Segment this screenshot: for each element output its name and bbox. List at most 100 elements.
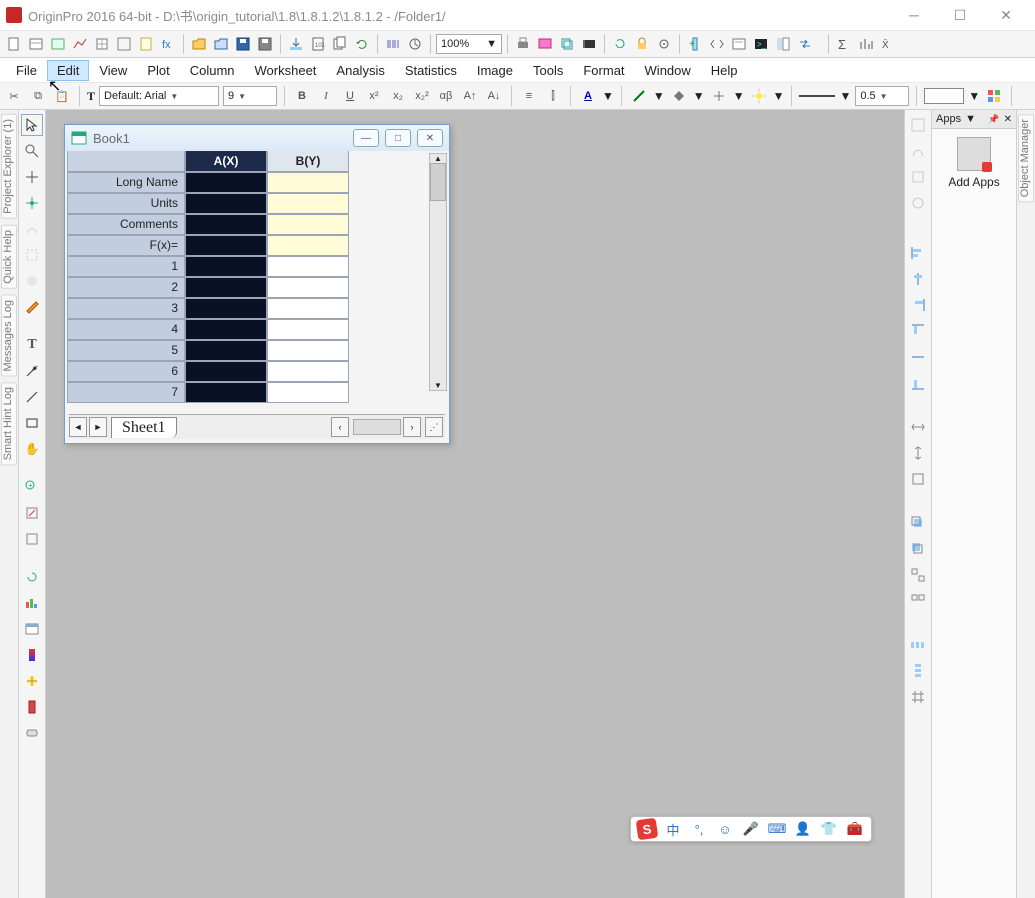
superscript-button[interactable]: x² xyxy=(364,86,384,106)
new-graph-button[interactable] xyxy=(70,34,90,54)
cell[interactable] xyxy=(185,382,267,403)
ime-keyboard-icon[interactable]: ⌨ xyxy=(767,819,787,839)
xbar-button[interactable]: X̄ xyxy=(878,34,898,54)
ime-skin-icon[interactable]: 👕 xyxy=(819,819,839,839)
layer-tool-3[interactable] xyxy=(907,166,929,188)
menu-analysis[interactable]: Analysis xyxy=(326,60,394,81)
date-time-tool[interactable] xyxy=(21,696,43,718)
hscroll-track[interactable] xyxy=(353,419,401,435)
cell[interactable] xyxy=(185,193,267,214)
fill-sample[interactable] xyxy=(924,88,964,104)
button-tool[interactable] xyxy=(21,722,43,744)
cell[interactable] xyxy=(267,361,349,382)
line-style-sample[interactable] xyxy=(799,95,835,97)
workbook-window[interactable]: Book1 — □ ✕ A(X) B(Y) Long Name Units Co… xyxy=(64,124,450,444)
stats-button[interactable] xyxy=(856,34,876,54)
sigma-button[interactable]: Σ xyxy=(834,34,854,54)
import-ascii-button[interactable]: 101 xyxy=(308,34,328,54)
resize-grip[interactable]: ⋰ xyxy=(425,417,443,437)
layer-tool-2[interactable] xyxy=(907,140,929,162)
font-size-combo[interactable]: 9 ▼ xyxy=(223,86,277,106)
cell[interactable] xyxy=(185,256,267,277)
font-combo[interactable]: Default: Arial ▼ xyxy=(99,86,219,106)
add-apps-icon[interactable] xyxy=(957,137,991,171)
cell[interactable] xyxy=(185,235,267,256)
valign-button[interactable]: ⫿ xyxy=(543,86,563,106)
menu-file[interactable]: File xyxy=(6,60,47,81)
command-window-button[interactable]: >_ xyxy=(751,34,771,54)
open-template-button[interactable] xyxy=(211,34,231,54)
tab-quick-help[interactable]: Quick Help xyxy=(1,225,17,289)
book-minimize-button[interactable]: — xyxy=(353,129,379,147)
insert-wks-tool[interactable] xyxy=(21,618,43,640)
hscroll-left[interactable]: ‹ xyxy=(331,417,349,437)
ime-tools-icon[interactable]: 🧰 xyxy=(845,819,865,839)
xy-scale-tool[interactable] xyxy=(21,670,43,692)
ime-punct-icon[interactable]: °, xyxy=(689,819,709,839)
cell[interactable] xyxy=(267,382,349,403)
zoom-tool[interactable] xyxy=(21,140,43,162)
cell[interactable] xyxy=(185,340,267,361)
ime-voice-icon[interactable]: 🎤 xyxy=(741,819,761,839)
subscript-button[interactable]: x₂ xyxy=(388,86,408,106)
tab-nav-prev[interactable]: ◄ xyxy=(69,417,87,437)
book-maximize-button[interactable]: □ xyxy=(385,129,411,147)
digitizer-button[interactable] xyxy=(654,34,674,54)
rectangle-tool[interactable] xyxy=(21,412,43,434)
cell[interactable] xyxy=(267,235,349,256)
distribute-h[interactable] xyxy=(907,634,929,656)
import-wizard-button[interactable] xyxy=(286,34,306,54)
new-layout-button[interactable] xyxy=(114,34,134,54)
pointer-tool[interactable] xyxy=(21,114,43,136)
cell[interactable] xyxy=(267,172,349,193)
bring-front[interactable] xyxy=(907,512,929,534)
import-multi-button[interactable] xyxy=(330,34,350,54)
dropdown-icon[interactable]: ▼ xyxy=(839,89,851,103)
obj-align-bottom[interactable] xyxy=(907,372,929,394)
cut-button[interactable]: ✂ xyxy=(4,86,24,106)
menu-format[interactable]: Format xyxy=(573,60,634,81)
palette-button[interactable] xyxy=(984,86,1004,106)
layer-tool-1[interactable] xyxy=(907,114,929,136)
align-button[interactable]: ≡ xyxy=(519,86,539,106)
sheet-tab[interactable]: Sheet1 xyxy=(111,417,177,438)
line-color-button[interactable] xyxy=(629,86,649,106)
save-button[interactable] xyxy=(233,34,253,54)
menu-help[interactable]: Help xyxy=(701,60,748,81)
tab-messages-log[interactable]: Messages Log xyxy=(1,295,17,377)
menu-view[interactable]: View xyxy=(89,60,137,81)
pan-tool[interactable]: ✋ xyxy=(21,438,43,460)
tab-object-manager[interactable]: Object Manager xyxy=(1018,114,1034,202)
cell[interactable] xyxy=(267,256,349,277)
font-color-button[interactable]: A xyxy=(578,86,598,106)
obj-align-right[interactable] xyxy=(907,294,929,316)
corner-header[interactable] xyxy=(67,151,185,172)
send-back[interactable] xyxy=(907,538,929,560)
underline-button[interactable]: U xyxy=(340,86,360,106)
menu-plot[interactable]: Plot xyxy=(137,60,179,81)
greek-button[interactable]: αβ xyxy=(436,86,456,106)
new-function-button[interactable]: fx xyxy=(158,34,178,54)
menu-window[interactable]: Window xyxy=(635,60,701,81)
tab-nav-next[interactable]: ► xyxy=(89,417,107,437)
video-button[interactable] xyxy=(579,34,599,54)
col-header-b[interactable]: B(Y) xyxy=(267,151,349,172)
line-width-combo[interactable]: 0.5 ▼ xyxy=(855,86,909,106)
lock-button[interactable] xyxy=(632,34,652,54)
text-tool[interactable]: T xyxy=(21,334,43,356)
snap-grid[interactable] xyxy=(907,686,929,708)
arrow-tool[interactable] xyxy=(21,360,43,382)
new-excel-button[interactable] xyxy=(48,34,68,54)
new-workbook-button[interactable] xyxy=(26,34,46,54)
obj-align-left[interactable] xyxy=(907,242,929,264)
col-header-a[interactable]: A(X) xyxy=(185,151,267,172)
reimport-button[interactable] xyxy=(352,34,372,54)
slide-button[interactable] xyxy=(535,34,555,54)
group[interactable] xyxy=(907,564,929,586)
ime-lang[interactable]: 中 xyxy=(663,819,683,839)
cell[interactable] xyxy=(267,193,349,214)
menu-worksheet[interactable]: Worksheet xyxy=(245,60,327,81)
supsub-button[interactable]: x₂² xyxy=(412,86,432,106)
menu-tools[interactable]: Tools xyxy=(523,60,573,81)
rescale-tool[interactable] xyxy=(21,502,43,524)
